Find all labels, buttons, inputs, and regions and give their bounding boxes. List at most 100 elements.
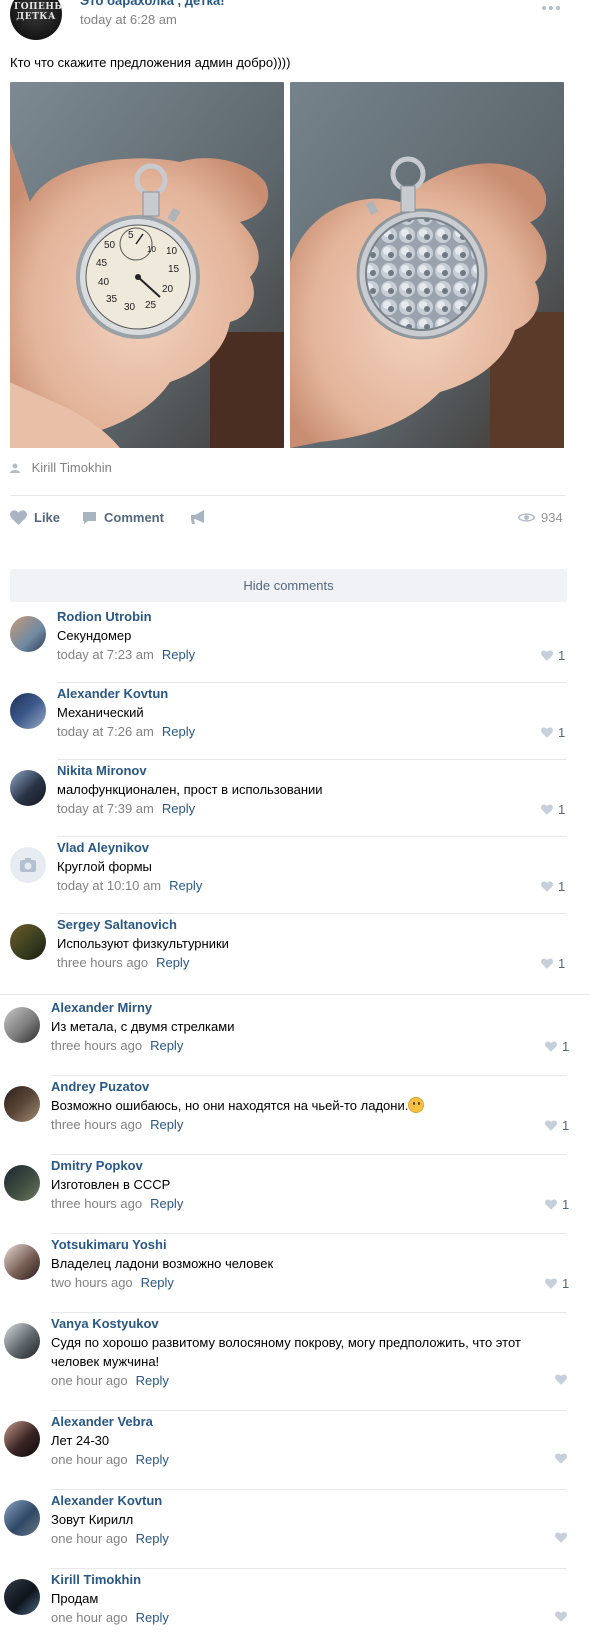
comment-meta: one hour ago Reply [51, 1452, 169, 1467]
comment-like-button[interactable]: 1 [545, 1118, 569, 1133]
comment-time[interactable]: today at 7:39 am [57, 801, 154, 816]
comment-author[interactable]: Sergey Saltanovich [57, 917, 177, 932]
comment-like-button[interactable]: 1 [545, 1039, 569, 1054]
avatar[interactable] [10, 770, 46, 806]
comment-author[interactable]: Dmitry Popkov [51, 1158, 143, 1173]
comment-time[interactable]: three hours ago [51, 1196, 142, 1211]
comment-author[interactable]: Alexander Mirny [51, 1000, 152, 1015]
comment-author[interactable]: Alexander Kovtun [51, 1493, 162, 1508]
avatar[interactable] [4, 1244, 40, 1280]
comment-author[interactable]: Alexander Vebra [51, 1414, 153, 1429]
comment-text-content: Возможно ошибаюсь, но они находятся на ч… [51, 1098, 409, 1113]
reply-button[interactable]: Reply [150, 1196, 183, 1211]
group-name-link[interactable]: Это барахолка , детка! [80, 0, 225, 8]
camera-icon[interactable] [10, 847, 46, 883]
heart-icon [555, 1374, 567, 1385]
avatar[interactable] [4, 1500, 40, 1536]
comment-like-button[interactable] [555, 1611, 572, 1622]
comment-divider [57, 682, 567, 683]
comment-author[interactable]: Vlad Aleynikov [57, 840, 149, 855]
comment-like-count: 1 [562, 1118, 570, 1133]
comment-like-count: 1 [562, 1276, 570, 1291]
avatar[interactable] [10, 924, 46, 960]
reply-button[interactable]: Reply [162, 647, 195, 662]
svg-text:35: 35 [106, 294, 118, 305]
views-count: 934 [541, 510, 563, 525]
avatar[interactable] [10, 616, 46, 652]
svg-text:20: 20 [162, 284, 174, 295]
reply-button[interactable]: Reply [150, 1117, 183, 1132]
reply-button[interactable]: Reply [169, 878, 202, 893]
comment-time[interactable]: today at 7:26 am [57, 724, 154, 739]
comment-time[interactable]: one hour ago [51, 1610, 128, 1625]
svg-text:10: 10 [166, 246, 178, 257]
comment-like-button[interactable] [555, 1453, 572, 1464]
comment-like-button[interactable]: 1 [541, 648, 565, 663]
reply-button[interactable]: Reply [156, 955, 189, 970]
megaphone-icon [191, 510, 204, 524]
comment-time[interactable]: one hour ago [51, 1452, 128, 1467]
comment-time[interactable]: three hours ago [51, 1117, 142, 1132]
comment-like-button[interactable]: 1 [541, 879, 565, 894]
comment-like-count: 1 [558, 725, 566, 740]
comment-text-content: Лет 24-30 [51, 1433, 110, 1448]
comment-author[interactable]: Vanya Kostyukov [51, 1316, 159, 1331]
reply-button[interactable]: Reply [136, 1610, 169, 1625]
like-button[interactable]: Like [10, 510, 60, 525]
reply-button[interactable]: Reply [136, 1452, 169, 1467]
comment-like-count: 1 [558, 956, 566, 971]
comment-time[interactable]: today at 10:10 am [57, 878, 161, 893]
comment-time[interactable]: one hour ago [51, 1531, 128, 1546]
avatar[interactable] [4, 1579, 40, 1615]
comment-author[interactable]: Andrey Puzatov [51, 1079, 149, 1094]
share-button[interactable] [190, 510, 215, 525]
hide-comments-button[interactable]: Hide comments [10, 569, 567, 602]
heart-icon [545, 1278, 557, 1289]
reply-button[interactable]: Reply [162, 724, 195, 739]
photo-author[interactable]: Kirill Timokhin [10, 460, 112, 475]
post-time[interactable]: today at 6:28 am [80, 12, 177, 27]
comment-like-count: 1 [558, 879, 566, 894]
comment-like-button[interactable]: 1 [541, 956, 565, 971]
more-icon[interactable] [542, 0, 564, 10]
comment-time[interactable]: today at 7:23 am [57, 647, 154, 662]
comment-time[interactable]: three hours ago [51, 1038, 142, 1053]
comment-like-count: 1 [562, 1197, 570, 1212]
comment-text-content: Из метала, с двумя стрелками [51, 1019, 235, 1034]
comment-text: Круглой формы [57, 857, 567, 876]
comment-like-button[interactable]: 1 [545, 1276, 569, 1291]
post-photo-stopwatch-face[interactable]: 5 10 50 45 40 35 30 25 20 15 10 [10, 82, 284, 448]
comment-time[interactable]: three hours ago [57, 955, 148, 970]
avatar[interactable] [4, 1421, 40, 1457]
avatar[interactable] [4, 1007, 40, 1043]
comment-text-content: Судя по хорошо развитому волосяному покр… [51, 1335, 521, 1369]
comment-like-button[interactable] [555, 1532, 572, 1543]
group-avatar[interactable]: ГОПЕНЬ ДЕТКА [10, 0, 62, 40]
post-photo-stopwatch-back[interactable] [290, 82, 564, 448]
comment-author[interactable]: Alexander Kovtun [57, 686, 168, 701]
comment-time[interactable]: one hour ago [51, 1373, 128, 1388]
comment-author[interactable]: Kirill Timokhin [51, 1572, 141, 1587]
reply-button[interactable]: Reply [136, 1531, 169, 1546]
comment-button[interactable]: Comment [82, 510, 164, 525]
svg-text:5: 5 [128, 230, 134, 241]
avatar[interactable] [4, 1086, 40, 1122]
avatar[interactable] [10, 693, 46, 729]
reply-button[interactable]: Reply [141, 1275, 174, 1290]
comment-author[interactable]: Yotsukimaru Yoshi [51, 1237, 167, 1252]
comment-meta: three hours ago Reply [57, 955, 189, 970]
reply-button[interactable]: Reply [162, 801, 195, 816]
comment-time[interactable]: two hours ago [51, 1275, 133, 1290]
comment-text-content: малофункционален, прост в использовании [57, 782, 323, 797]
comment-like-button[interactable]: 1 [545, 1197, 569, 1212]
comment-like-button[interactable] [555, 1374, 572, 1385]
comment-like-button[interactable]: 1 [541, 802, 565, 817]
comment-author[interactable]: Nikita Mironov [57, 763, 147, 778]
reply-button[interactable]: Reply [136, 1373, 169, 1388]
comment-like-button[interactable]: 1 [541, 725, 565, 740]
comment-author[interactable]: Rodion Utrobin [57, 609, 152, 624]
comment-label: Comment [104, 510, 164, 525]
avatar[interactable] [4, 1165, 40, 1201]
reply-button[interactable]: Reply [150, 1038, 183, 1053]
avatar[interactable] [4, 1323, 40, 1359]
